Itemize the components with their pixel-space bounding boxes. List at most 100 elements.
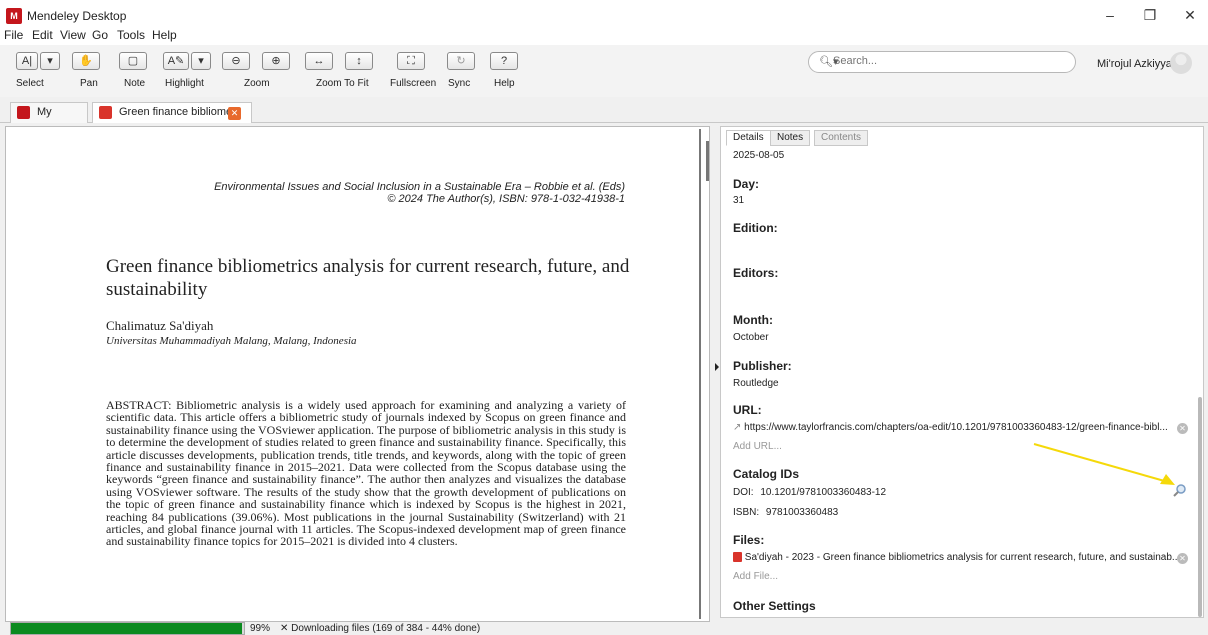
fullscreen-icon: ⛶ bbox=[407, 55, 415, 67]
annotation-arrow-icon bbox=[1033, 443, 1175, 485]
avatar[interactable] bbox=[1170, 52, 1192, 74]
select-label: Select bbox=[16, 78, 44, 89]
url-row[interactable]: ↗︎ https://www.taylorfrancis.com/chapter… bbox=[733, 422, 1168, 433]
other-settings-label: Other Settings bbox=[733, 599, 816, 613]
pdf-copyright: © 2024 The Author(s), ISBN: 978-1-032-41… bbox=[387, 193, 625, 205]
url-value[interactable]: https://www.taylorfrancis.com/chapters/o… bbox=[744, 422, 1168, 433]
zoom-label: Zoom bbox=[244, 78, 270, 89]
add-file-link[interactable]: Add File... bbox=[733, 571, 778, 582]
collapse-panel-icon[interactable] bbox=[715, 363, 719, 371]
tab-details[interactable]: Details bbox=[726, 130, 771, 146]
close-button[interactable]: ✕ bbox=[1172, 4, 1208, 26]
note-label: Note bbox=[124, 78, 146, 89]
pdf-running-header: Environmental Issues and Social Inclusio… bbox=[214, 181, 625, 193]
fit-height-button[interactable]: ↕ bbox=[345, 52, 373, 70]
menu-view[interactable]: View bbox=[60, 28, 86, 42]
close-tab-icon[interactable]: ✕ bbox=[228, 107, 241, 120]
help-label: Help bbox=[494, 78, 515, 89]
file-row[interactable]: Sa'diyah - 2023 - Green finance bibliome… bbox=[733, 552, 1180, 563]
menu-tools[interactable]: Tools bbox=[117, 28, 145, 42]
help-button[interactable]: ? bbox=[490, 52, 518, 70]
files-label: Files: bbox=[733, 533, 765, 547]
search-box[interactable]: 🔍︎▾ bbox=[808, 51, 1076, 73]
pan-button[interactable]: ✋ bbox=[72, 52, 100, 70]
month-label: Month: bbox=[733, 313, 773, 327]
day-value[interactable]: 31 bbox=[733, 195, 744, 206]
tab-notes[interactable]: Notes bbox=[770, 130, 811, 146]
download-status[interactable]: ✕ Downloading files (169 of 384 - 44% do… bbox=[280, 623, 480, 634]
isbn-row: ISBN: 9781003360483 bbox=[733, 507, 838, 518]
remove-url-icon[interactable]: ✕ bbox=[1177, 423, 1188, 434]
download-progress-bar bbox=[10, 622, 245, 635]
sync-label: Sync bbox=[448, 78, 471, 89]
edition-label: Edition: bbox=[733, 221, 778, 235]
menu-edit[interactable]: Edit bbox=[32, 28, 53, 42]
doi-key: DOI: bbox=[733, 487, 754, 498]
isbn-key: ISBN: bbox=[733, 507, 760, 518]
pdf-author: Chalimatuz Sa'diyah bbox=[106, 318, 214, 333]
zoom-out-button[interactable]: ⊖ bbox=[222, 52, 250, 70]
pdf-viewer[interactable]: Environmental Issues and Social Inclusio… bbox=[5, 126, 710, 622]
pdf-title: Green finance bibliometrics analysis for… bbox=[106, 256, 630, 300]
window-title: Mendeley Desktop bbox=[27, 9, 127, 23]
progress-percent: 99% bbox=[250, 623, 271, 634]
search-input[interactable] bbox=[833, 55, 1063, 67]
file-name[interactable]: Sa'diyah - 2023 - Green finance bibliome… bbox=[745, 552, 1180, 563]
fit-width-icon: ↔ bbox=[313, 55, 325, 67]
pdf-scrollbar[interactable] bbox=[706, 141, 709, 181]
minimize-button[interactable]: – bbox=[1092, 4, 1128, 26]
fit-width-button[interactable]: ↔ bbox=[305, 52, 333, 70]
progress-fill bbox=[11, 623, 242, 634]
select-text-button[interactable]: A| bbox=[16, 52, 38, 70]
url-label: URL: bbox=[733, 403, 762, 417]
status-bar: 99% ✕ Downloading files (169 of 384 - 44… bbox=[0, 622, 1208, 635]
month-value[interactable]: October bbox=[733, 332, 769, 343]
note-button[interactable]: ▢ bbox=[119, 52, 147, 70]
external-link-icon[interactable]: ↗︎ bbox=[733, 422, 741, 433]
catalog-ids-label: Catalog IDs bbox=[733, 467, 800, 481]
note-icon: ▢ bbox=[127, 55, 139, 67]
sync-button[interactable]: ↻ bbox=[447, 52, 475, 70]
chevron-down-icon: ▾ bbox=[47, 55, 53, 67]
doi-value[interactable]: 10.1201/9781003360483-12 bbox=[760, 487, 886, 498]
sync-icon: ↻ bbox=[456, 55, 466, 67]
title-bar: M Mendeley Desktop – ❐ ✕ bbox=[0, 0, 1208, 30]
hand-icon: ✋ bbox=[79, 55, 93, 67]
publisher-value[interactable]: Routledge bbox=[733, 378, 779, 389]
pdf-icon bbox=[99, 106, 112, 119]
highlight-button[interactable]: A✎ bbox=[163, 52, 189, 70]
fullscreen-label: Fullscreen bbox=[390, 78, 437, 89]
tab-my-library[interactable]: My Library bbox=[10, 102, 88, 137]
zoom-to-fit-label: Zoom To Fit bbox=[316, 78, 369, 89]
user-name[interactable]: Mi'rojul Azkiyyah bbox=[1097, 58, 1178, 70]
tab-contents[interactable]: Contents bbox=[814, 130, 869, 146]
tab-document[interactable]: Green finance bibliome... ✕ bbox=[92, 102, 252, 123]
accessed-value[interactable]: 2025-08-05 bbox=[733, 150, 784, 161]
maximize-button[interactable]: ❐ bbox=[1132, 4, 1168, 26]
menu-go[interactable]: Go bbox=[92, 28, 108, 42]
pdf-page: Environmental Issues and Social Inclusio… bbox=[9, 129, 701, 619]
fullscreen-button[interactable]: ⛶ bbox=[397, 52, 425, 70]
details-scrollbar[interactable] bbox=[1198, 397, 1202, 617]
pdf-affiliation: Universitas Muhammadiyah Malang, Malang,… bbox=[106, 335, 357, 347]
add-url-link[interactable]: Add URL... bbox=[733, 441, 782, 452]
details-panel: Details Notes Contents 2025-08-05 Day: 3… bbox=[720, 126, 1204, 618]
menu-file[interactable]: File bbox=[4, 28, 23, 42]
fit-height-icon: ↕ bbox=[356, 55, 362, 67]
pdf-icon bbox=[733, 552, 742, 563]
select-dropdown-button[interactable]: ▾ bbox=[40, 52, 60, 70]
highlight-dropdown-button[interactable]: ▾ bbox=[191, 52, 211, 70]
tab-bar: My Library Green finance bibliome... ✕ bbox=[0, 97, 1208, 137]
help-icon: ? bbox=[500, 55, 508, 67]
editors-label: Editors: bbox=[733, 266, 779, 280]
remove-file-icon[interactable]: ✕ bbox=[1177, 553, 1188, 564]
menu-help[interactable]: Help bbox=[152, 28, 177, 42]
pdf-abstract: ABSTRACT: Bibliometric analysis is a wid… bbox=[106, 398, 626, 549]
text-cursor-icon: A| bbox=[21, 55, 33, 67]
toolbar: A| ▾ ✋ ▢ A✎ ▾ ⊖ ⊕ ↔ ↕ ⛶ ↻ ? Select Pan N… bbox=[0, 45, 1208, 97]
isbn-value[interactable]: 9781003360483 bbox=[766, 507, 838, 518]
zoom-in-icon: ⊕ bbox=[271, 55, 281, 67]
mendeley-logo-icon: M bbox=[6, 8, 22, 24]
mendeley-logo-icon bbox=[17, 106, 30, 119]
zoom-in-button[interactable]: ⊕ bbox=[262, 52, 290, 70]
